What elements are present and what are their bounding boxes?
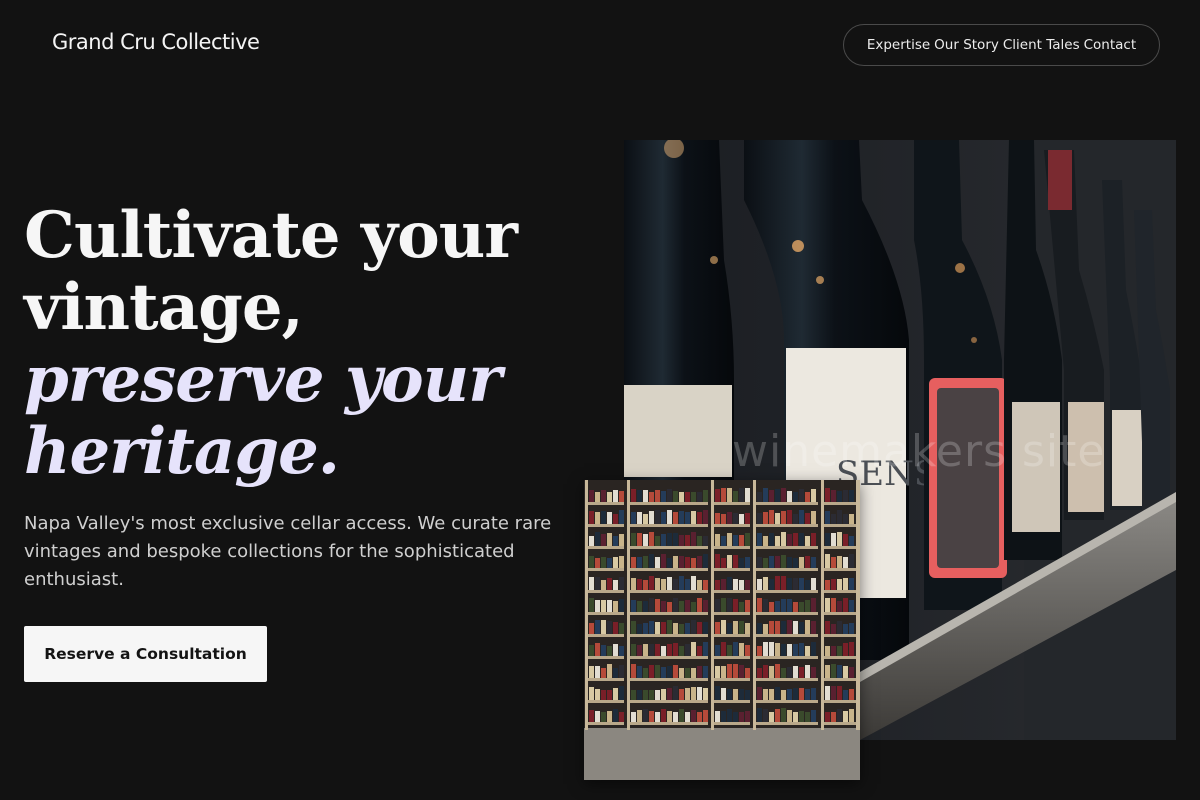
nav-link-our-story[interactable]: Our Story [934, 37, 999, 53]
main-nav: Expertise Our Story Client Tales Contact [843, 24, 1160, 66]
headline-line-3: preserve your [24, 342, 502, 417]
reserve-consultation-button[interactable]: Reserve a Consultation [24, 626, 267, 682]
nav-link-contact[interactable]: Contact [1084, 37, 1137, 53]
nav-link-expertise[interactable]: Expertise [867, 37, 930, 53]
headline-line-4: heritage. [24, 414, 340, 489]
hero-headline: Cultivate your vintage, preserve your he… [24, 200, 584, 488]
headline-line-2: vintage, [24, 270, 304, 345]
wine-shelves-graphic [584, 480, 860, 780]
nav-link-client-tales[interactable]: Client Tales [1003, 37, 1080, 53]
headline-line-1: Cultivate your [24, 198, 518, 273]
hero-subtitle: Napa Valley's most exclusive cellar acce… [24, 513, 552, 590]
brand-logo[interactable]: Grand Cru Collective [52, 30, 260, 54]
page: Grand Cru Collective Expertise Our Story… [0, 0, 1200, 800]
wine-shelves-photo [584, 480, 860, 780]
